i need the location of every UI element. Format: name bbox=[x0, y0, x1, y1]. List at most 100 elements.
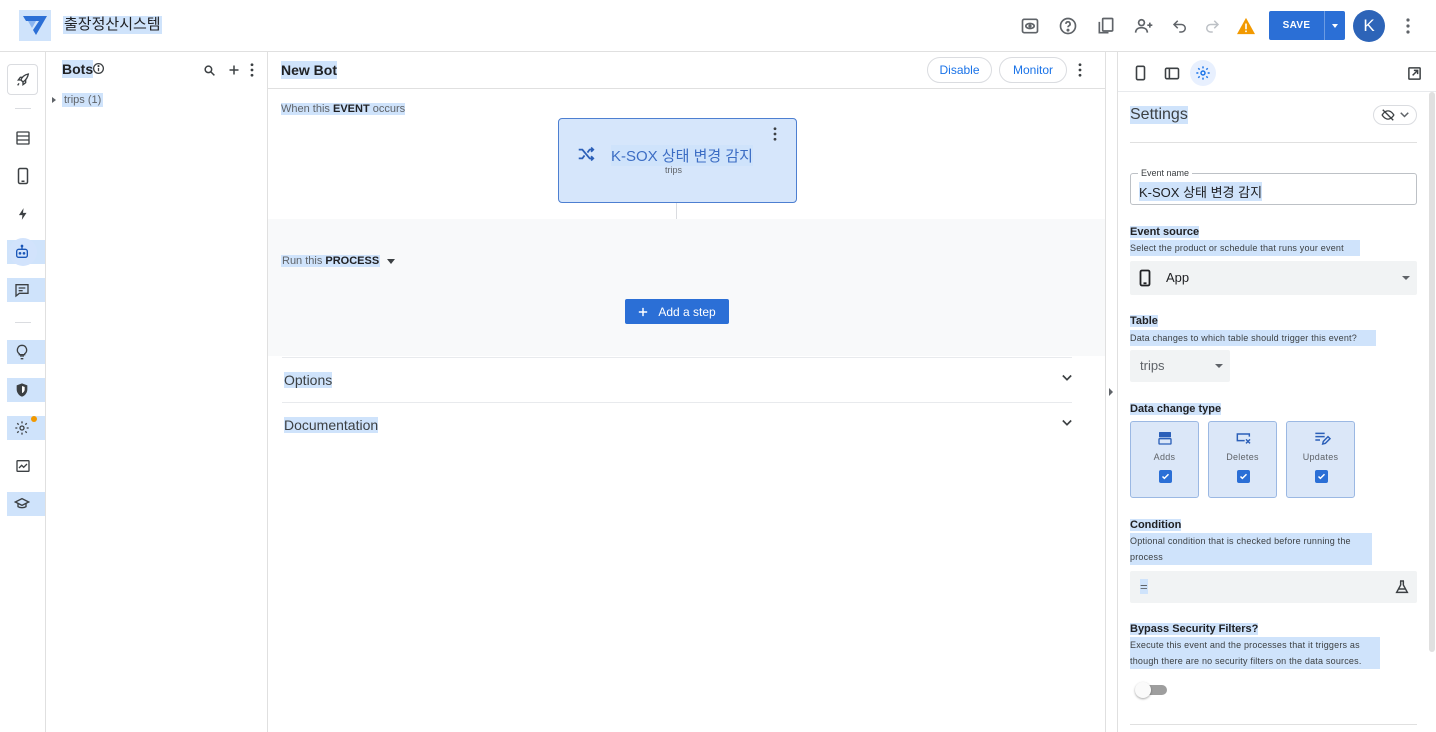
toggle-knob[interactable] bbox=[1135, 682, 1151, 698]
options-accordion-label: Options bbox=[284, 372, 333, 388]
event-source-select[interactable]: App bbox=[1130, 261, 1417, 295]
chevron-down-icon bbox=[1062, 374, 1072, 382]
tree-item-label: trips (1) bbox=[62, 93, 104, 107]
documentation-accordion[interactable]: Documentation bbox=[282, 402, 1072, 447]
settings-divider bbox=[1130, 142, 1417, 143]
shield-icon bbox=[16, 383, 28, 397]
add-bot-icon[interactable] bbox=[226, 62, 242, 78]
appsheet-logo[interactable] bbox=[19, 10, 51, 41]
table-help: Data changes to which table should trigg… bbox=[1130, 330, 1376, 346]
caret-down-icon bbox=[387, 258, 396, 264]
more-vert-icon[interactable] bbox=[244, 62, 260, 78]
monitor-button[interactable]: Monitor bbox=[999, 57, 1067, 83]
event-prefix: When this bbox=[281, 103, 330, 115]
event-section-label: When this EVENT occurs bbox=[281, 103, 406, 115]
rail-item-security[interactable] bbox=[7, 378, 45, 402]
search-icon[interactable] bbox=[201, 62, 217, 78]
event-card[interactable]: K-SOX 상태 변경 감지 trips bbox=[558, 118, 797, 203]
event-source-label: Event source bbox=[1130, 226, 1200, 238]
bypass-filters-help: Execute this event and the processes tha… bbox=[1130, 637, 1380, 669]
change-type-updates-label: Updates bbox=[1302, 452, 1339, 462]
table-select[interactable]: trips bbox=[1130, 350, 1230, 382]
rail-divider bbox=[15, 322, 31, 323]
event-name-value: K-SOX 상태 변경 감지 bbox=[1139, 182, 1263, 201]
undo-icon[interactable] bbox=[1168, 14, 1192, 38]
tablet-preview-icon[interactable] bbox=[1159, 60, 1185, 86]
chevron-down-icon bbox=[1332, 23, 1338, 28]
checkbox-checked-icon[interactable] bbox=[1315, 470, 1328, 483]
change-type-adds[interactable]: Adds bbox=[1130, 421, 1199, 498]
rail-item-intelligence[interactable] bbox=[7, 340, 45, 364]
checkbox-checked-icon[interactable] bbox=[1159, 470, 1172, 483]
run-keyword: PROCESS bbox=[325, 255, 380, 267]
caret-right-icon bbox=[52, 97, 56, 103]
documentation-accordion-label: Documentation bbox=[284, 417, 379, 433]
rail-item-data[interactable] bbox=[11, 126, 35, 150]
tree-item-trips[interactable]: trips (1) bbox=[52, 93, 104, 107]
chevron-down-icon bbox=[1062, 419, 1072, 427]
bypass-filters-label: Bypass Security Filters? bbox=[1130, 623, 1259, 635]
share-user-icon[interactable] bbox=[1132, 14, 1156, 38]
condition-value: = bbox=[1140, 579, 1148, 594]
settings-tab-gear-icon[interactable] bbox=[1190, 60, 1216, 86]
settings-title: Settings bbox=[1130, 106, 1188, 124]
settings-panel: Settings K-SOX 상태 변경 감지 Event name Event… bbox=[1118, 52, 1436, 732]
change-type-deletes-label: Deletes bbox=[1226, 452, 1259, 462]
settings-scrollbar[interactable] bbox=[1429, 92, 1435, 652]
disable-button[interactable]: Disable bbox=[927, 57, 992, 83]
event-source-help: Select the product or schedule that runs… bbox=[1130, 240, 1360, 256]
step-connector bbox=[676, 203, 677, 219]
warning-icon[interactable] bbox=[1234, 14, 1258, 38]
event-suffix: occurs bbox=[372, 103, 406, 115]
shuffle-icon bbox=[577, 146, 595, 162]
help-icon[interactable] bbox=[1056, 14, 1080, 38]
open-in-new-icon[interactable] bbox=[1401, 60, 1427, 86]
change-type-updates[interactable]: Updates bbox=[1286, 421, 1355, 498]
visibility-toggle[interactable] bbox=[1373, 105, 1417, 125]
flask-test-icon[interactable] bbox=[1394, 579, 1410, 595]
bot-name[interactable]: New Bot bbox=[281, 61, 337, 79]
info-icon[interactable] bbox=[92, 62, 105, 75]
event-card-title: K-SOX 상태 변경 감지 bbox=[611, 145, 753, 166]
bot-editor: New Bot Disable Monitor When this EVENT … bbox=[268, 52, 1105, 732]
phone-icon bbox=[1139, 269, 1151, 287]
caret-down-icon bbox=[1215, 364, 1223, 368]
process-section-label[interactable]: Run this PROCESS bbox=[281, 255, 396, 267]
table-value: trips bbox=[1140, 358, 1165, 373]
event-card-subtitle: trips bbox=[665, 165, 683, 175]
lightbulb-icon bbox=[16, 344, 28, 360]
rail-item-quick-start[interactable] bbox=[7, 64, 38, 95]
more-vert-icon[interactable] bbox=[1078, 63, 1082, 77]
rail-item-monitor[interactable] bbox=[11, 454, 35, 478]
redo-icon[interactable] bbox=[1200, 14, 1224, 38]
data-change-type-label: Data change type bbox=[1130, 403, 1222, 415]
change-type-adds-label: Adds bbox=[1153, 452, 1176, 462]
more-vert-icon[interactable] bbox=[773, 127, 777, 141]
user-avatar[interactable]: K bbox=[1353, 10, 1385, 42]
add-step-button[interactable]: Add a step bbox=[625, 299, 729, 324]
event-source-value: App bbox=[1166, 270, 1190, 285]
top-bar: 출장정산시스템 SAVE K bbox=[0, 0, 1436, 52]
event-keyword: EVENT bbox=[332, 103, 370, 115]
panel-splitter[interactable] bbox=[1105, 52, 1118, 732]
rail-item-chat[interactable] bbox=[7, 278, 45, 302]
more-vert-icon[interactable] bbox=[1396, 14, 1420, 38]
copy-app-icon[interactable] bbox=[1094, 14, 1118, 38]
change-type-deletes[interactable]: Deletes bbox=[1208, 421, 1277, 498]
app-title[interactable]: 출장정산시스템 bbox=[63, 16, 162, 34]
rail-item-automation[interactable] bbox=[7, 238, 45, 266]
rail-item-learn[interactable] bbox=[7, 492, 45, 516]
condition-input[interactable]: = bbox=[1130, 571, 1417, 603]
rail-item-actions[interactable] bbox=[11, 202, 35, 226]
rail-item-views[interactable] bbox=[11, 164, 35, 188]
options-accordion[interactable]: Options bbox=[282, 357, 1072, 402]
edit-row-icon bbox=[1315, 432, 1331, 446]
rail-item-settings[interactable] bbox=[7, 416, 45, 440]
run-prefix: Run this bbox=[282, 255, 323, 267]
settings-panel-toolbar bbox=[1118, 52, 1436, 92]
mobile-preview-icon[interactable] bbox=[1127, 60, 1153, 86]
save-dropdown-button[interactable] bbox=[1324, 11, 1345, 40]
save-button[interactable]: SAVE bbox=[1269, 11, 1324, 40]
preview-icon[interactable] bbox=[1018, 14, 1042, 38]
checkbox-checked-icon[interactable] bbox=[1237, 470, 1250, 483]
